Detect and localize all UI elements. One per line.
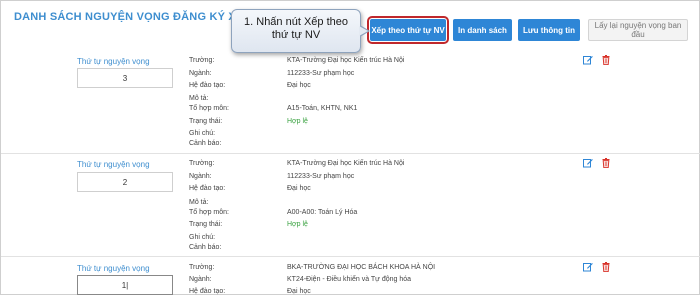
instruction-callout: 1. Nhấn nút Xếp theo thứ tự NV [231,9,361,53]
warning-label: Cảnh báo: [189,140,222,147]
trash-icon[interactable] [601,55,611,65]
desc-label: Mô tả: [189,95,209,102]
edit-icon[interactable] [583,262,593,272]
trash-icon[interactable] [601,262,611,272]
status-value: Hợp lệ [287,118,308,125]
combo-value: A00-A00: Toán Lý Hóa [287,209,358,216]
status-label: Trạng thái: [189,118,223,125]
note-label: Ghi chú: [189,234,216,241]
priority-input[interactable]: 1| [77,275,173,295]
school-label: Trường: [189,264,215,271]
entry-divider [1,153,700,154]
status-label: Trạng thái: [189,221,223,228]
level-value: Đại học [287,185,311,192]
priority-input[interactable]: 3 [77,68,173,88]
major-label: Ngành: [189,276,212,283]
major-value: KT24-Điện - Điều khiển và Tự động hóa [287,276,412,283]
combo-label: Tổ hợp môn: [189,105,229,112]
status-value: Hợp lệ [287,221,308,228]
level-label: Hệ đào tạo: [189,288,226,295]
major-value: 112233-Sư phạm học [287,70,355,77]
level-label: Hệ đào tạo: [189,82,226,89]
school-label: Trường: [189,160,215,167]
school-value: BKA-TRƯỜNG ĐẠI HỌC BÁCH KHOA HÀ NỘI [287,264,436,271]
school-value: KTA-Trường Đại học Kiến trúc Hà Nội [287,57,405,64]
priority-input[interactable]: 2 [77,172,173,192]
school-label: Trường: [189,57,215,64]
major-label: Ngành: [189,70,212,77]
school-value: KTA-Trường Đại học Kiến trúc Hà Nội [287,160,405,167]
level-label: Hệ đào tạo: [189,185,226,192]
edit-icon[interactable] [583,158,593,168]
desc-label: Mô tả: [189,199,209,206]
edit-icon[interactable] [583,55,593,65]
major-value: 112233-Sư phạm học [287,173,355,180]
combo-label: Tổ hợp môn: [189,209,229,216]
save-info-button[interactable]: Lưu thông tin [518,19,580,41]
entry-divider [1,256,700,257]
callout-pointer-fill [359,26,368,36]
sort-by-priority-button[interactable]: Xếp theo thứ tự NV [367,16,449,44]
major-label: Ngành: [189,173,212,180]
trash-icon[interactable] [601,158,611,168]
level-value: Đại học [287,288,311,295]
note-label: Ghi chú: [189,130,216,137]
restore-original-button[interactable]: Lấy lại nguyện vọng ban đầu [588,19,688,41]
level-value: Đại học [287,82,311,89]
priority-label: Thứ tự nguyện vọng [77,264,150,273]
priority-label: Thứ tự nguyện vọng [77,57,150,66]
priority-label: Thứ tự nguyện vọng [77,160,150,169]
warning-label: Cảnh báo: [189,244,222,251]
combo-value: A15-Toán, KHTN, NK1 [287,105,358,112]
print-list-button[interactable]: In danh sách [453,19,512,41]
